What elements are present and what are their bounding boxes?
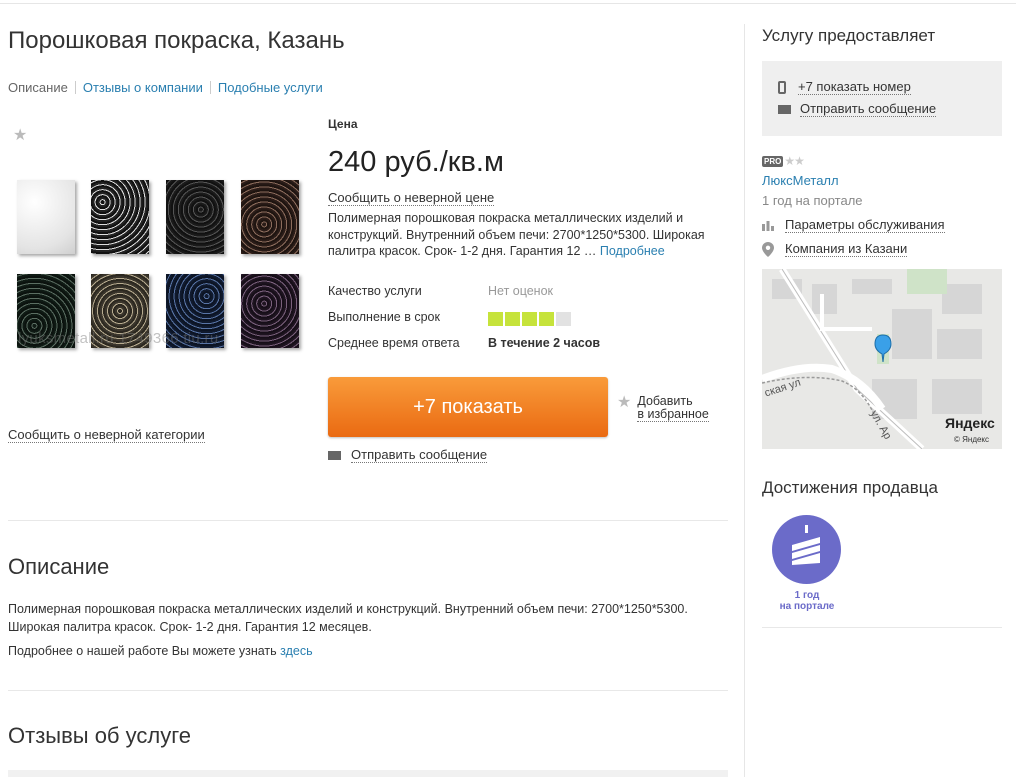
- company-name-link[interactable]: ЛюксМеталл: [762, 173, 839, 188]
- response-time-label: Среднее время ответа: [328, 336, 460, 350]
- star-icon[interactable]: ★: [13, 125, 27, 145]
- company-city-row[interactable]: Компания из Казани: [762, 241, 908, 257]
- phone-icon: [778, 80, 786, 94]
- location-pin-icon: [762, 241, 774, 257]
- achievement-label: 1 год на портале: [762, 590, 852, 612]
- sidebar-divider: [744, 24, 745, 777]
- gallery-image-purple[interactable]: [241, 274, 299, 348]
- map-copyright: © Яндекс: [954, 435, 990, 444]
- section-divider: [8, 690, 728, 691]
- rating-bar: [539, 312, 554, 326]
- price-value: 240 руб./кв.м: [328, 146, 504, 178]
- quality-label: Качество услуги: [328, 284, 422, 298]
- show-phone-button[interactable]: +7 показать: [328, 377, 608, 437]
- sidebar-send-message-row[interactable]: Отправить сообщение: [778, 101, 937, 117]
- sidebar-divider: [762, 627, 1002, 628]
- tab-company-reviews[interactable]: Отзывы о компании: [83, 80, 203, 95]
- star-icon: ★★: [784, 154, 804, 168]
- location-map[interactable]: ская ул ул. Ар Яндекс © Яндекс: [762, 269, 1002, 449]
- rating-bar: [556, 312, 571, 326]
- bar-chart-icon: [762, 219, 774, 231]
- company-city-link[interactable]: Компания из Казани: [785, 241, 908, 257]
- report-wrong-price-link[interactable]: Сообщить о неверной цене: [328, 190, 495, 206]
- envelope-icon: [778, 104, 791, 114]
- more-about-work-text: Подробнее о нашей работе Вы можете узнат…: [8, 644, 277, 658]
- tab-similar-services[interactable]: Подобные услуги: [218, 80, 323, 95]
- show-number-link[interactable]: +7 показать номер: [798, 79, 911, 95]
- report-wrong-category-link[interactable]: Сообщить о неверной категории: [8, 427, 205, 443]
- gallery-image-dark-grey[interactable]: [166, 180, 224, 254]
- top-divider: [0, 3, 1016, 4]
- achievements-title: Достижения продавца: [762, 478, 938, 497]
- send-message-link[interactable]: Отправить сообщение: [351, 447, 488, 463]
- yandex-logo: Яндекс: [945, 415, 995, 431]
- tab-separator: [74, 81, 76, 94]
- gallery-image-black-white[interactable]: [91, 180, 149, 254]
- service-params-row[interactable]: Параметры обслуживания: [762, 217, 945, 233]
- rating-bar: [505, 312, 520, 326]
- provider-title: Услугу предоставляет: [762, 26, 936, 45]
- section-tabs: Описание Отзывы о компании Подобные услу…: [8, 80, 323, 95]
- more-about-work: Подробнее о нашей работе Вы можете узнат…: [8, 644, 313, 658]
- gallery-image-bronze[interactable]: [241, 180, 299, 254]
- here-link[interactable]: здесь: [280, 644, 312, 658]
- contact-box: [762, 61, 1002, 136]
- tab-description[interactable]: Описание: [8, 80, 68, 95]
- favorites-line2[interactable]: в избранное: [637, 408, 709, 422]
- price-label: Цена: [328, 117, 358, 131]
- achievement-line1: 1 год: [794, 590, 820, 601]
- response-time-value: В течение 2 часов: [488, 336, 601, 350]
- image-watermark: lyuksmetall.ru 1749366.tiu.ru: [18, 330, 219, 347]
- reviews-panel: [8, 770, 728, 777]
- tab-separator: [209, 81, 211, 94]
- on-time-rating-bars: [488, 312, 571, 326]
- add-to-favorites[interactable]: ★ Добавить в избранное: [617, 395, 709, 422]
- send-message[interactable]: Отправить сообщение: [328, 447, 488, 463]
- section-divider: [8, 520, 728, 521]
- pro-badge: PRO: [762, 155, 784, 167]
- pro-status: PRO ★★: [762, 154, 805, 168]
- description-heading: Описание: [8, 554, 110, 579]
- full-description: Полимерная порошковая покраска металличе…: [8, 602, 688, 634]
- sidebar-send-message-link[interactable]: Отправить сообщение: [800, 101, 937, 117]
- reviews-heading: Отзывы об услуге: [8, 723, 192, 748]
- on-time-label: Выполнение в срок: [328, 310, 440, 324]
- rating-bar: [488, 312, 503, 326]
- envelope-icon: [328, 450, 341, 460]
- years-on-portal: 1 год на портале: [762, 193, 863, 208]
- gallery-image-white[interactable]: [17, 180, 75, 254]
- cake-icon: [772, 515, 841, 584]
- rating-bar: [522, 312, 537, 326]
- star-icon: ★: [617, 394, 632, 411]
- achievement-line2: на портале: [779, 601, 835, 612]
- quality-value: Нет оценок: [488, 284, 554, 298]
- short-description: Полимерная порошковая покраска металличе…: [328, 210, 728, 260]
- show-number-row[interactable]: +7 показать номер: [778, 79, 911, 95]
- page-title: Порошковая покраска, Казань: [8, 27, 345, 54]
- more-link[interactable]: Подробнее: [600, 244, 665, 258]
- service-params-link[interactable]: Параметры обслуживания: [785, 217, 945, 233]
